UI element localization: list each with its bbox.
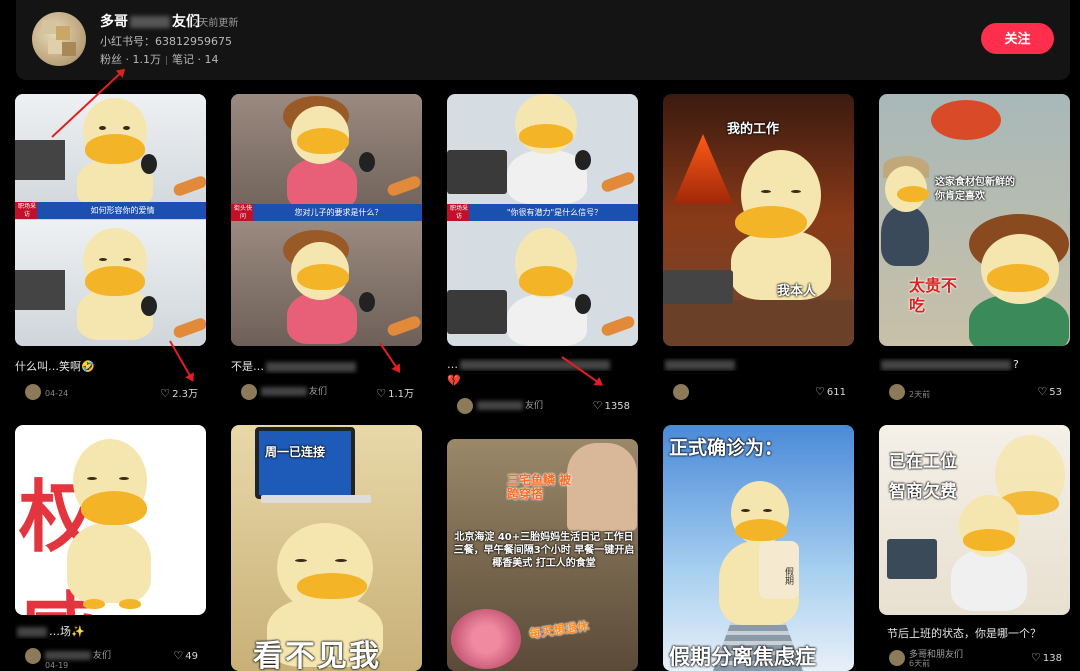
profile-id: 小红书号：63812959675	[100, 35, 232, 48]
note-card[interactable]: 这家食材包新鲜的你肯定喜欢 太贵不吃 ? 2天前 ♡ 53	[879, 94, 1070, 404]
overlay-top-text: 三宅鱼鳞 被跨穿搭	[507, 473, 572, 501]
note-date: 6天前	[909, 659, 931, 668]
note-date: 04-24	[45, 389, 69, 398]
microphone-icon	[359, 152, 375, 172]
heart-icon[interactable]: ♡	[1031, 651, 1041, 664]
heart-icon[interactable]: ♡	[815, 385, 825, 398]
note-card[interactable]: 职场采访 如何形容你的爱情 什么叫…笑啊🤣 04-24 ♡ 2.3万	[15, 94, 206, 404]
author-avatar[interactable]	[889, 384, 905, 400]
like-count[interactable]: ♡ 138	[1031, 651, 1062, 664]
author-avatar[interactable]	[457, 398, 473, 414]
note-date: 04-19	[45, 661, 69, 670]
like-count[interactable]: ♡ 2.3万	[160, 385, 198, 400]
like-count[interactable]: ♡ 611	[815, 385, 846, 398]
note-meta: 2天前 ♡ 53	[879, 383, 1070, 401]
note-meta: 多哥和朋友们 6天前 ♡ 138	[879, 649, 1070, 668]
heart-icon[interactable]: ♡	[1037, 385, 1047, 398]
overlay-top-text: 这家食材包新鲜的你肯定喜欢	[935, 177, 1015, 202]
overlay-bottom-text: 每天想退休	[528, 618, 590, 642]
note-title	[663, 358, 854, 371]
note-card[interactable]: 职场采访 "你很有潜力"是什么信号？ … 💔 友们 ♡ 1358	[447, 94, 638, 414]
author-avatar[interactable]	[25, 384, 41, 400]
fans-count: 粉丝 · 1.1万	[100, 53, 161, 66]
overlay-bottom-text: 看不见我	[253, 639, 381, 671]
heart-icon[interactable]: ♡	[593, 399, 603, 412]
note-card[interactable]: 正式确诊为： 假期 假期分离焦虑症	[663, 425, 854, 671]
heart-icon[interactable]: ♡	[173, 649, 183, 662]
note-title: …	[447, 358, 638, 371]
flowers	[451, 609, 521, 669]
note-subtitle: 💔	[447, 374, 461, 387]
overlay-mid-text: 智商欠费	[889, 482, 957, 502]
note-card[interactable]: 我的工作 我本人 ♡ 611	[663, 94, 854, 404]
monitor	[255, 427, 355, 499]
note-date: 2天前	[909, 390, 931, 399]
overlay-top-text: 我的工作	[727, 122, 780, 137]
crab-sign	[931, 100, 1001, 140]
like-count[interactable]: ♡ 1.1万	[376, 385, 414, 400]
note-cover[interactable]: 权威	[15, 425, 206, 615]
redacted-block	[130, 16, 170, 28]
note-card[interactable]: 街头快问 您对儿子的要求是什么？ 不是… 友们 ♡ 1.1万	[231, 94, 422, 404]
note-title: ?	[879, 358, 1070, 371]
news-banner: 街头快问 您对儿子的要求是什么？	[231, 204, 422, 221]
author-name[interactable]: 友们	[261, 384, 327, 397]
overlay-top-text: 周一已连接	[265, 445, 326, 459]
note-cover[interactable]: 我的工作 我本人	[663, 94, 854, 346]
microphone-icon	[141, 154, 157, 174]
note-cover[interactable]: 周一已连接 看不见我	[231, 425, 422, 671]
note-meta: 友们 04-19 ♡ 49	[15, 647, 206, 670]
note-meta: 友们 ♡ 1.1万	[231, 383, 422, 401]
note-cover[interactable]: 三宅鱼鳞 被跨穿搭 北京海淀 40+三胎妈妈生活日记 工作日三餐，早午餐间隔3个…	[447, 439, 638, 671]
heart-icon[interactable]: ♡	[376, 387, 386, 400]
note-card[interactable]: 三宅鱼鳞 被跨穿搭 北京海淀 40+三胎妈妈生活日记 工作日三餐，早午餐间隔3个…	[447, 439, 638, 671]
note-meta: 友们 ♡ 1358	[447, 397, 638, 415]
like-count[interactable]: ♡ 49	[173, 649, 198, 662]
note-card[interactable]: 周一已连接 看不见我	[231, 425, 422, 671]
woman-photo	[567, 443, 637, 531]
overlay-mid-text: 北京海淀 40+三胎妈妈生活日记 工作日三餐，早午餐间隔3个小时 早餐一键开启椰…	[453, 532, 635, 569]
note-meta: ♡ 611	[663, 383, 854, 401]
author-avatar[interactable]	[25, 648, 41, 664]
note-cover[interactable]: 职场采访 如何形容你的爱情	[15, 94, 206, 346]
note-cover[interactable]: 这家食材包新鲜的你肯定喜欢 太贵不吃	[879, 94, 1070, 346]
overlay-bottom-text: 我本人	[777, 284, 817, 299]
author-avatar[interactable]	[889, 650, 905, 666]
microphone-icon	[575, 294, 591, 314]
news-banner: 职场采访 "你很有潜力"是什么信号？	[447, 204, 638, 221]
note-title: 什么叫…笑啊🤣	[15, 360, 95, 373]
note-cover[interactable]: 已在工位 智商欠费	[879, 425, 1070, 615]
author-avatar[interactable]	[673, 384, 689, 400]
author-name[interactable]: 友们	[45, 648, 111, 661]
overlay-top-text: 已在工位	[889, 452, 957, 472]
author-avatar[interactable]	[241, 384, 257, 400]
note-meta: 04-24 ♡ 2.3万	[15, 383, 206, 401]
note-card[interactable]: 权威 …场✨ 友们 04-19 ♡49	[15, 425, 206, 671]
note-cover[interactable]: 正式确诊为： 假期 假期分离焦虑症	[663, 425, 854, 671]
follow-button[interactable]: 关注	[981, 23, 1054, 54]
pillow: 假期	[759, 541, 799, 599]
profile-updated: 2天前更新	[192, 18, 239, 29]
overlay-bottom-text: 太贵不吃	[909, 276, 958, 315]
profile-stats: 粉丝 · 1.1万 笔记 · 14	[100, 51, 218, 67]
note-title: …场✨	[15, 623, 206, 639]
profile-avatar[interactable]	[32, 12, 86, 66]
author-name[interactable]: 友们	[477, 398, 543, 411]
note-title: 节后上班的状态，你是哪一个？	[887, 627, 1041, 640]
heart-icon[interactable]: ♡	[160, 387, 170, 400]
microphone-icon	[141, 296, 157, 316]
overlay-top-text: 正式确诊为：	[669, 437, 784, 459]
news-banner: 职场采访 如何形容你的爱情	[15, 202, 206, 219]
like-count[interactable]: ♡ 1358	[593, 399, 630, 412]
like-count[interactable]: ♡ 53	[1037, 385, 1062, 398]
microphone-icon	[359, 292, 375, 312]
profile-name: 多哥 友们	[100, 14, 200, 30]
notes-count: 笔记 · 14	[171, 53, 219, 66]
overlay-bottom-text: 假期分离焦虑症	[669, 645, 816, 669]
profile-header: 多哥 友们 2天前更新 小红书号：63812959675 粉丝 · 1.1万 笔记 …	[16, 0, 1070, 80]
note-cover[interactable]: 职场采访 "你很有潜力"是什么信号？	[447, 94, 638, 346]
note-cover[interactable]: 街头快问 您对儿子的要求是什么？	[231, 94, 422, 346]
microphone-icon	[575, 150, 591, 170]
note-card[interactable]: 已在工位 智商欠费 节后上班的状态，你是哪一个？ 多哥和朋友们 6天前 ♡ 138	[879, 425, 1070, 671]
